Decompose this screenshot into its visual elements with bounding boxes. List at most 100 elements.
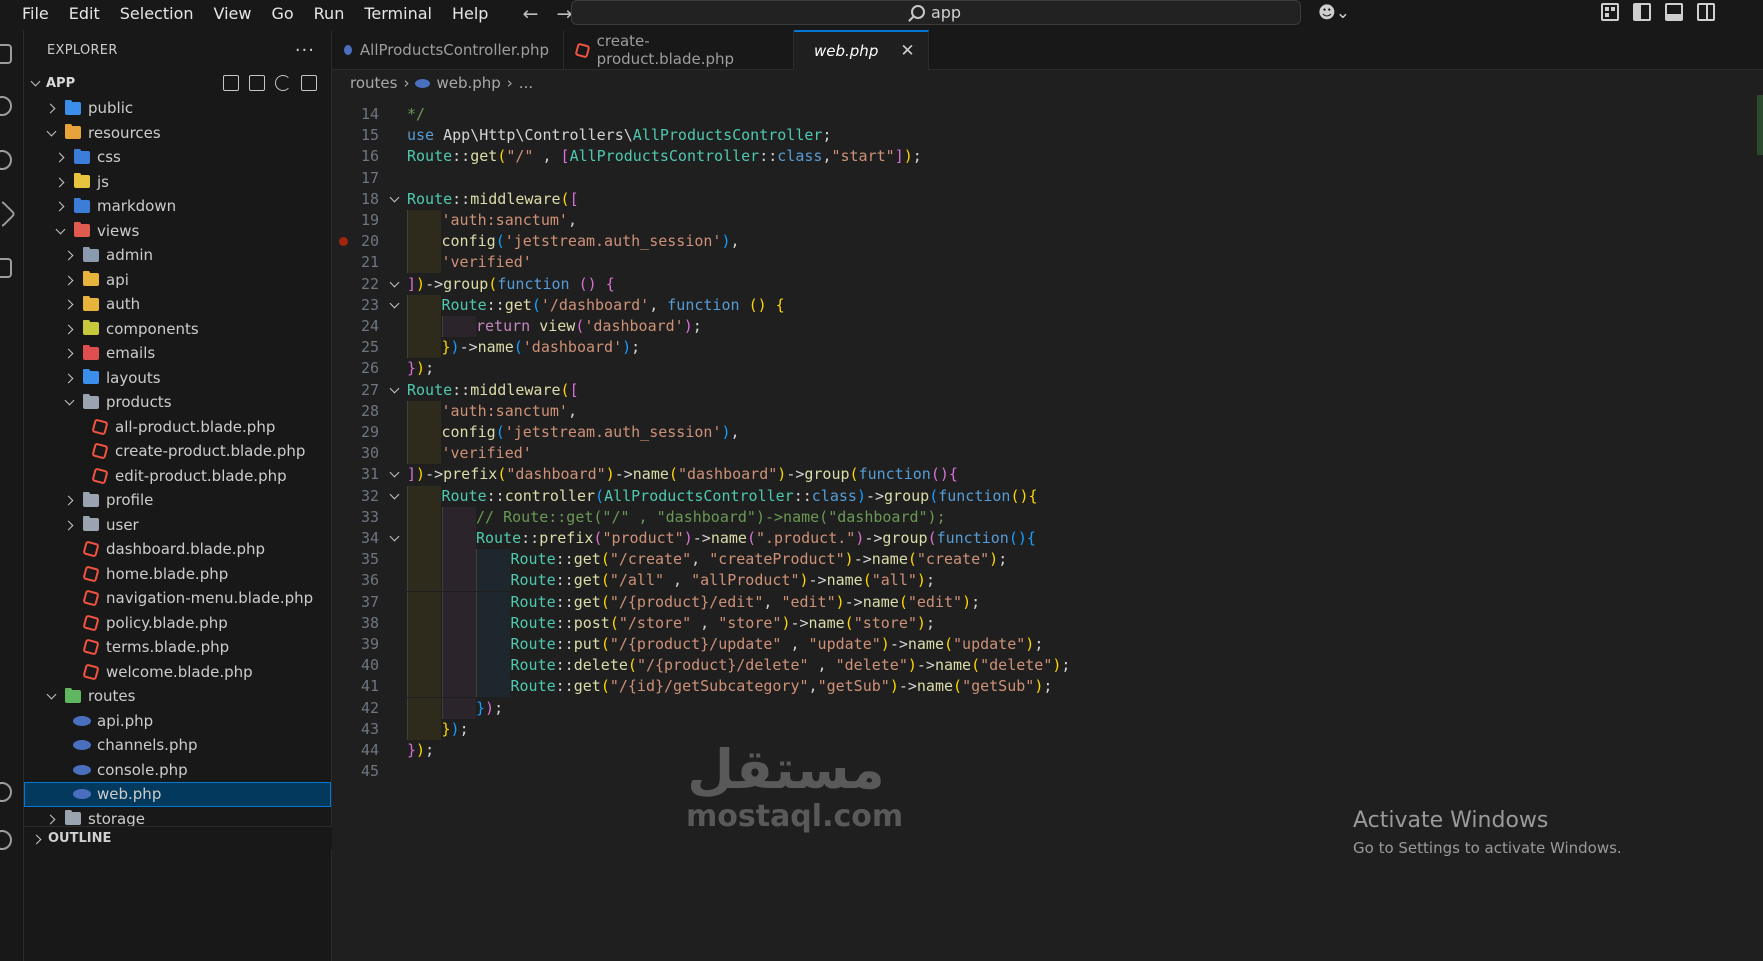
menu-item-edit[interactable]: Edit [59, 0, 110, 30]
menu-item-terminal[interactable]: Terminal [354, 0, 442, 30]
tree-file[interactable]: terms.blade.php [24, 635, 331, 660]
source-control-icon[interactable] [0, 150, 12, 170]
code-line[interactable]: 28 'auth:sanctum', [332, 400, 1763, 422]
code-line[interactable]: 33 // Route::get("/" , "dashboard")->name… [332, 506, 1763, 528]
code-line[interactable]: 34 Route::prefix("product")->name(".produ… [332, 528, 1763, 549]
breadcrumb-file[interactable]: web.php [436, 74, 500, 92]
command-center-search[interactable]: app [571, 0, 1301, 25]
code-line[interactable]: 43}); [332, 718, 1763, 740]
code-line[interactable]: 41 Route::get("/{id}/getSubcategory","get… [332, 676, 1763, 698]
tree-folder[interactable]: views [24, 219, 331, 244]
refresh-icon[interactable] [275, 75, 291, 91]
fold-chevron-icon[interactable] [389, 469, 399, 479]
workspace-root[interactable]: APP [24, 70, 331, 96]
code-line[interactable]: 26}); [332, 358, 1763, 379]
accounts-icon[interactable] [0, 782, 12, 802]
code-line[interactable]: 20 config('jetstream.auth_session'), [332, 231, 1763, 253]
menu-item-help[interactable]: Help [442, 0, 498, 30]
code-line[interactable]: 32 Route::controller(AllProductsControlle… [332, 485, 1763, 507]
code-line[interactable]: 29 config('jetstream.auth_session'), [332, 422, 1763, 443]
new-folder-icon[interactable] [249, 75, 265, 91]
tree-file[interactable]: dashboard.blade.php [24, 537, 331, 562]
code-line[interactable]: 23 Route::get('/dashboard', function () { [332, 294, 1763, 316]
code-line[interactable]: 27 Route::middleware([ [332, 380, 1763, 401]
tree-file[interactable]: welcome.blade.php [24, 660, 331, 685]
tree-folder[interactable]: routes [24, 684, 331, 709]
more-actions-icon[interactable]: ··· [295, 40, 315, 61]
fold-chevron-icon[interactable] [389, 491, 399, 501]
tree-file[interactable]: create-product.blade.php [24, 439, 331, 464]
fold-chevron-icon[interactable] [389, 279, 399, 289]
back-arrow-icon[interactable]: ← [520, 5, 540, 25]
menu-item-selection[interactable]: Selection [110, 0, 204, 30]
tree-folder[interactable]: emails [24, 341, 331, 366]
code-line[interactable]: 40 Route::delete("/{product}/delete" , "d… [332, 655, 1763, 677]
code-line[interactable]: 36 Route::get("/all" , "allProduct")->nam… [332, 570, 1763, 592]
outline-section[interactable]: OUTLINE [24, 826, 332, 850]
toggle-secondary-sidebar-icon[interactable] [1697, 3, 1715, 21]
code-line[interactable]: 37 Route::get("/{product}/edit", "edit")-… [332, 591, 1763, 613]
code-line[interactable]: 42}); [332, 697, 1763, 719]
tree-folder[interactable]: resources [24, 121, 331, 146]
tree-file[interactable]: web.php [24, 782, 331, 807]
code-line[interactable]: 19 'auth:sanctum', [332, 210, 1763, 231]
tree-folder[interactable]: layouts [24, 366, 331, 391]
code-line[interactable]: 18 Route::middleware([ [332, 189, 1763, 210]
code-line[interactable]: 25})->name('dashboard'); [332, 337, 1763, 359]
code-line[interactable]: 17 [332, 168, 1763, 189]
tree-folder[interactable]: css [24, 145, 331, 170]
menu-item-go[interactable]: Go [261, 0, 303, 30]
tree-folder[interactable]: admin [24, 243, 331, 268]
code-line[interactable]: 21 'verified' [332, 252, 1763, 274]
tree-folder[interactable]: markdown [24, 194, 331, 219]
code-line[interactable]: 35 Route::get("/create", "createProduct")… [332, 549, 1763, 571]
code-line[interactable]: 38 Route::post("/store" , "store")->name(… [332, 612, 1763, 634]
fold-chevron-icon[interactable] [389, 385, 399, 395]
code-line[interactable]: 16 Route::get("/" , [AllProductsControlle… [332, 146, 1763, 167]
menu-item-run[interactable]: Run [304, 0, 355, 30]
fold-chevron-icon[interactable] [389, 533, 399, 543]
code-line[interactable]: 44}); [332, 740, 1763, 761]
close-tab-icon[interactable]: ✕ [900, 41, 914, 61]
tree-folder[interactable]: api [24, 268, 331, 293]
code-line[interactable]: 22])->group(function () { [332, 274, 1763, 295]
tree-folder[interactable]: products [24, 390, 331, 415]
code-line[interactable]: 24 return view('dashboard'); [332, 316, 1763, 337]
tree-file[interactable]: home.blade.php [24, 562, 331, 587]
tree-file[interactable]: all-product.blade.php [24, 415, 331, 440]
code-line[interactable]: 15 use App\Http\Controllers\AllProductsCo… [332, 125, 1763, 146]
tree-file[interactable]: api.php [24, 709, 331, 734]
code-line[interactable]: 14 */ [332, 104, 1763, 125]
tree-folder[interactable]: auth [24, 292, 331, 317]
code-line[interactable]: 31])->prefix("dashboard")->name("dashboa… [332, 464, 1763, 485]
code-line[interactable]: 45 [332, 761, 1763, 782]
tree-file[interactable]: navigation-menu.blade.php [24, 586, 331, 611]
fold-chevron-icon[interactable] [389, 300, 399, 310]
editor-tab[interactable]: AllProductsController.php [332, 30, 564, 70]
code-line[interactable]: 39 Route::put("/{product}/update" , "upda… [332, 634, 1763, 655]
tree-file[interactable]: policy.blade.php [24, 611, 331, 636]
collapse-all-icon[interactable] [301, 75, 317, 91]
minimap[interactable] [1757, 95, 1763, 155]
tree-file[interactable]: console.php [24, 758, 331, 783]
tree-folder[interactable]: public [24, 96, 331, 121]
tree-folder[interactable]: js [24, 170, 331, 195]
tree-file[interactable]: edit-product.blade.php [24, 464, 331, 489]
new-file-icon[interactable] [223, 75, 239, 91]
tree-folder[interactable]: components [24, 317, 331, 342]
search-activity-icon[interactable] [0, 96, 12, 116]
manage-gear-icon[interactable] [0, 830, 12, 850]
fold-chevron-icon[interactable] [389, 194, 399, 204]
tree-file[interactable]: channels.php [24, 733, 331, 758]
code-line[interactable]: 30 'verified' [332, 443, 1763, 465]
tree-folder[interactable]: user [24, 513, 331, 538]
toggle-panel-icon[interactable] [1665, 3, 1683, 21]
editor-tab[interactable]: create-product.blade.php [564, 30, 794, 70]
customize-layout-icon[interactable] [1601, 3, 1619, 21]
breadcrumb-tail[interactable]: ... [519, 74, 533, 92]
run-debug-icon[interactable] [0, 199, 17, 229]
toggle-primary-sidebar-icon[interactable] [1633, 3, 1651, 21]
breadcrumb-folder[interactable]: routes [350, 74, 397, 92]
extensions-icon[interactable] [0, 258, 12, 278]
editor-tab[interactable]: web.php ✕ [794, 30, 929, 70]
